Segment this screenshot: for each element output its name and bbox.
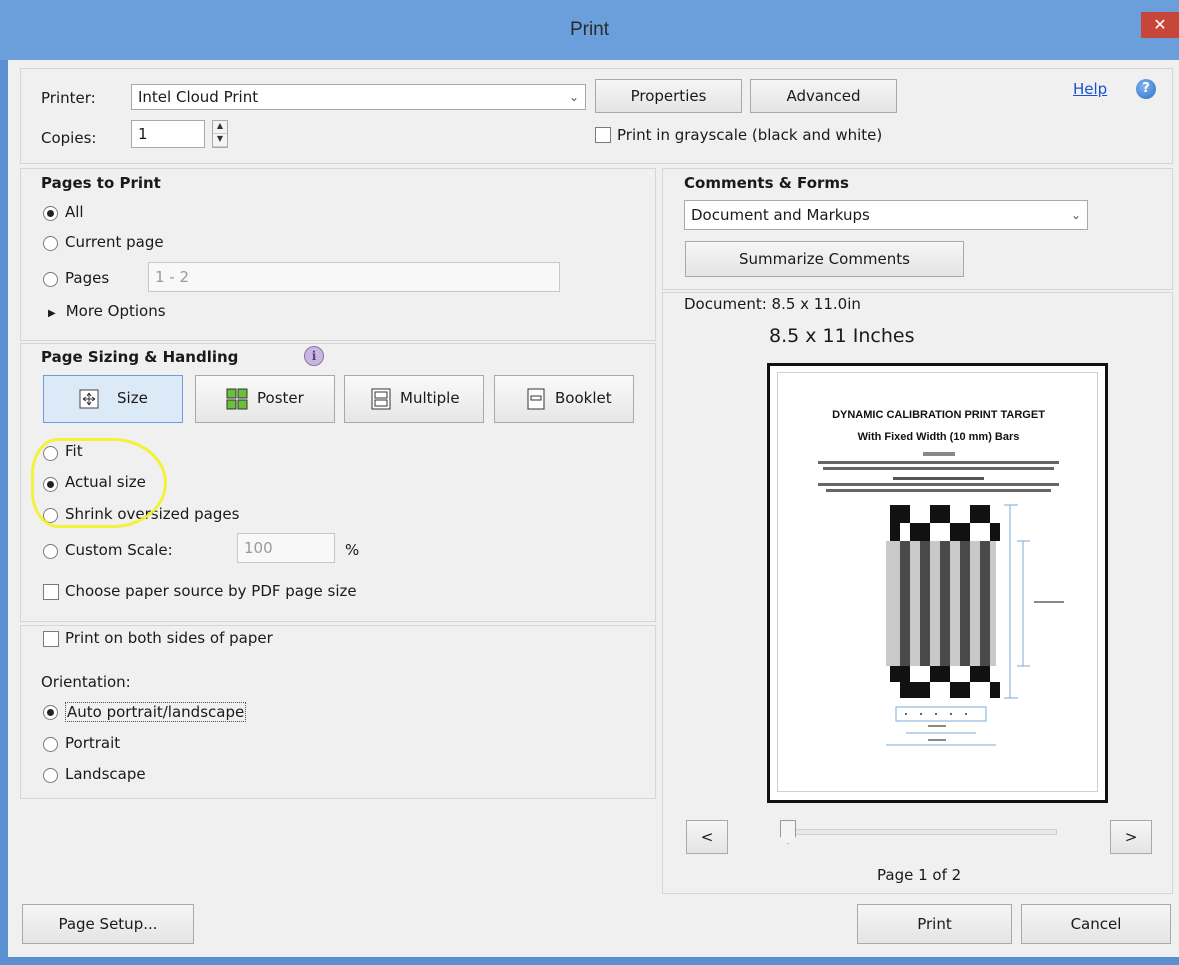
percent-label: % [345, 541, 360, 559]
shrink-oversized-label[interactable]: Shrink oversized pages [65, 505, 239, 523]
copies-input[interactable]: 1 [131, 120, 205, 148]
properties-button[interactable]: Properties [595, 79, 742, 113]
stepper-up-icon[interactable]: ▲ [213, 121, 227, 134]
tab-poster[interactable]: Poster [195, 375, 335, 423]
help-icon[interactable]: ? [1136, 79, 1156, 99]
printer-label: Printer: [41, 89, 96, 107]
preview-page-content: DYNAMIC CALIBRATION PRINT TARGET With Fi… [777, 372, 1098, 792]
actual-size-radio[interactable] [43, 477, 58, 492]
comments-forms-value: Document and Markups [691, 206, 870, 224]
page-slider-track[interactable] [783, 829, 1057, 835]
stepper-down-icon[interactable]: ▼ [213, 134, 227, 147]
grayscale-checkbox[interactable] [595, 127, 611, 143]
print-dialog-window: Print ✕ Printer: Intel Cloud Print ⌄ Pro… [0, 0, 1179, 965]
cancel-button[interactable]: Cancel [1021, 904, 1171, 944]
size-icon [78, 388, 100, 410]
fit-label[interactable]: Fit [65, 442, 83, 460]
next-page-button[interactable]: > [1110, 820, 1152, 854]
copies-stepper[interactable]: ▲ ▼ [212, 120, 228, 148]
both-sides-checkbox[interactable] [43, 631, 59, 647]
pages-radio[interactable] [43, 272, 58, 287]
pages-label[interactable]: Pages [65, 269, 109, 287]
auto-orientation-radio[interactable] [43, 705, 58, 720]
page-preview: DYNAMIC CALIBRATION PRINT TARGET With Fi… [767, 363, 1108, 803]
comments-forms-heading: Comments & Forms [684, 174, 849, 192]
tab-booklet[interactable]: Booklet [494, 375, 634, 423]
tab-multiple-label: Multiple [400, 389, 460, 407]
summarize-comments-button[interactable]: Summarize Comments [685, 241, 964, 277]
page-sizing-heading: Page Sizing & Handling [41, 348, 239, 366]
custom-scale-input[interactable]: 100 [237, 533, 335, 563]
all-pages-radio[interactable] [43, 206, 58, 221]
printer-select[interactable]: Intel Cloud Print ⌄ [131, 84, 586, 110]
window-title: Print [569, 19, 610, 40]
help-link[interactable]: Help [1073, 80, 1107, 98]
portrait-radio[interactable] [43, 737, 58, 752]
comments-forms-select[interactable]: Document and Markups ⌄ [684, 200, 1088, 230]
pages-range-input[interactable]: 1 - 2 [148, 262, 560, 292]
more-options-label: More Options [65, 302, 166, 320]
preview-calibration-graphic [818, 452, 1064, 746]
portrait-label[interactable]: Portrait [65, 734, 120, 752]
page-setup-button[interactable]: Page Setup... [22, 904, 194, 944]
landscape-radio[interactable] [43, 768, 58, 783]
booklet-icon [525, 388, 547, 410]
copies-label: Copies: [41, 129, 97, 147]
title-bar[interactable]: Print ✕ [0, 0, 1179, 60]
landscape-label[interactable]: Landscape [65, 765, 146, 783]
more-options-toggle[interactable]: ▶ More Options [48, 302, 166, 320]
all-pages-label[interactable]: All [65, 203, 84, 221]
fit-radio[interactable] [43, 446, 58, 461]
custom-scale-label[interactable]: Custom Scale: [65, 541, 173, 559]
current-page-label[interactable]: Current page [65, 233, 164, 251]
orientation-label: Orientation: [41, 673, 131, 691]
tab-size-label: Size [117, 389, 148, 407]
poster-icon [226, 388, 248, 410]
pages-to-print-heading: Pages to Print [41, 174, 161, 192]
grayscale-label: Print in grayscale (black and white) [617, 126, 883, 144]
tab-booklet-label: Booklet [555, 389, 612, 407]
tab-size[interactable]: Size [43, 375, 183, 423]
multiple-pages-icon [370, 388, 392, 410]
printer-select-value: Intel Cloud Print [138, 88, 259, 106]
current-page-radio[interactable] [43, 236, 58, 251]
shrink-oversized-radio[interactable] [43, 508, 58, 523]
close-button[interactable]: ✕ [1141, 12, 1179, 38]
page-size-label: 8.5 x 11 Inches [769, 325, 915, 347]
actual-size-label[interactable]: Actual size [65, 473, 146, 491]
auto-orientation-label[interactable]: Auto portrait/landscape [65, 702, 247, 722]
page-indicator: Page 1 of 2 [877, 866, 962, 884]
both-sides-label: Print on both sides of paper [65, 629, 273, 647]
triangle-right-icon: ▶ [48, 308, 56, 319]
paper-source-label: Choose paper source by PDF page size [65, 582, 357, 600]
print-button[interactable]: Print [857, 904, 1012, 944]
paper-source-checkbox[interactable] [43, 584, 59, 600]
advanced-button[interactable]: Advanced [750, 79, 897, 113]
info-icon[interactable]: i [304, 346, 324, 366]
custom-scale-radio[interactable] [43, 544, 58, 559]
chevron-down-icon: ⌄ [568, 90, 579, 104]
document-size-label: Document: 8.5 x 11.0in [684, 295, 861, 313]
chevron-down-icon: ⌄ [1070, 208, 1081, 222]
tab-multiple[interactable]: Multiple [344, 375, 484, 423]
previous-page-button[interactable]: < [686, 820, 728, 854]
tab-poster-label: Poster [257, 389, 304, 407]
